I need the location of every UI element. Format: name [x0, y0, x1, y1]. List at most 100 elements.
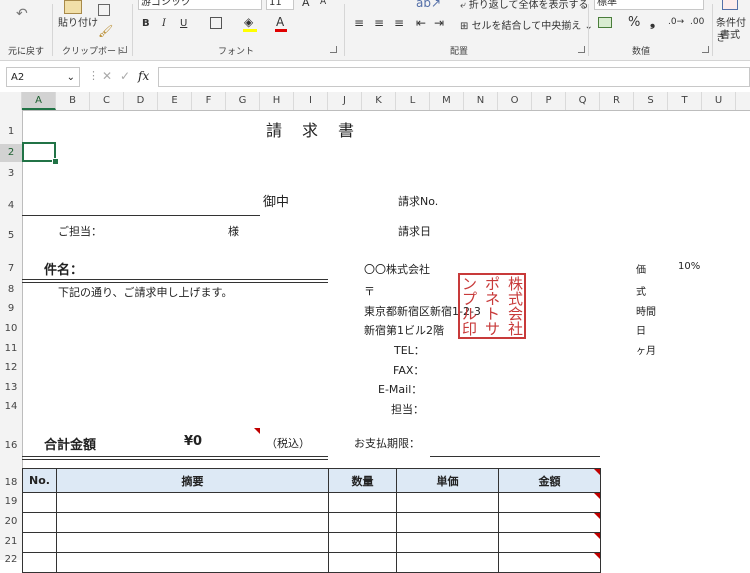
row-header-21[interactable]: 21 [0, 536, 22, 547]
orientation-icon[interactable]: ab↗ [416, 0, 441, 10]
italic-button[interactable]: I [162, 18, 166, 29]
column-header-r[interactable]: R [600, 92, 634, 110]
row-header-2[interactable]: 2 [0, 144, 22, 162]
font-color-icon[interactable]: A [275, 15, 287, 32]
font-launcher-icon[interactable] [330, 46, 337, 53]
clipboard-launcher-icon[interactable] [120, 46, 127, 53]
cell[interactable] [22, 532, 57, 553]
row-header-1[interactable]: 1 [0, 126, 22, 137]
wrap-text-button[interactable]: ⤶ 折り返して全体を表示する [460, 0, 588, 11]
row-header-16[interactable]: 16 [0, 440, 22, 451]
row-header-3[interactable]: 3 [0, 168, 22, 179]
column-header-b[interactable]: B [56, 92, 90, 110]
shrink-font-button[interactable]: A [320, 0, 326, 7]
paste-button[interactable]: 貼り付け [58, 14, 98, 29]
column-header-k[interactable]: K [362, 92, 396, 110]
align-right-icon[interactable]: ≡ [394, 16, 404, 30]
formula-input[interactable] [158, 67, 750, 87]
cell[interactable] [22, 512, 57, 533]
percent-button[interactable]: % [628, 15, 640, 30]
column-header-c[interactable]: C [90, 92, 124, 110]
column-header-m[interactable]: M [430, 92, 464, 110]
font-name-select[interactable]: 游ゴシック [138, 0, 262, 10]
merge-center-button[interactable]: ⊞ セルを結合して中央揃え ⌄ [460, 17, 593, 32]
number-launcher-icon[interactable] [702, 46, 709, 53]
cell[interactable] [498, 512, 601, 533]
align-center-icon[interactable]: ≡ [374, 16, 384, 30]
column-header-i[interactable]: I [294, 92, 328, 110]
bold-button[interactable]: B [142, 18, 150, 29]
conditional-format-icon[interactable] [722, 0, 738, 10]
row-header-4[interactable]: 4 [0, 200, 22, 211]
cell[interactable] [22, 552, 57, 573]
row-header-19[interactable]: 19 [0, 496, 22, 507]
row-header-5[interactable]: 5 [0, 230, 22, 241]
cell[interactable] [56, 492, 329, 513]
column-header-a[interactable]: A [22, 92, 56, 110]
decrease-indent-icon[interactable]: ⇤ [416, 16, 426, 30]
cell[interactable] [498, 492, 601, 513]
column-header-h[interactable]: H [260, 92, 294, 110]
header-no[interactable]: No. [22, 468, 57, 493]
cell[interactable] [328, 552, 397, 573]
column-header-q[interactable]: Q [566, 92, 600, 110]
conditional-format-button-line2[interactable]: 書式 [720, 26, 740, 41]
column-header-e[interactable]: E [158, 92, 192, 110]
decrease-decimal-icon[interactable]: .00 [690, 17, 704, 27]
format-painter-icon[interactable]: 🖌 [98, 24, 113, 38]
row-header-9[interactable]: 9 [0, 303, 22, 314]
header-description[interactable]: 摘要 [56, 468, 329, 493]
fill-color-icon[interactable]: ◈ [243, 15, 257, 32]
column-header-p[interactable]: P [532, 92, 566, 110]
row-header-14[interactable]: 14 [0, 401, 22, 412]
header-quantity[interactable]: 数量 [328, 468, 397, 493]
column-header-j[interactable]: J [328, 92, 362, 110]
cancel-icon[interactable]: ✕ [102, 69, 112, 83]
underline-button[interactable]: U [180, 18, 187, 29]
copy-icon[interactable] [98, 4, 110, 16]
increase-decimal-icon[interactable]: .0→ [668, 17, 684, 27]
fill-handle[interactable] [52, 158, 59, 165]
name-box[interactable]: A2 ⌄ [6, 67, 80, 87]
select-all-button[interactable] [0, 92, 22, 110]
insert-function-button[interactable]: fx [138, 69, 149, 83]
cell[interactable] [56, 532, 329, 553]
column-header-t[interactable]: T [668, 92, 702, 110]
cell[interactable] [396, 532, 499, 553]
column-header-l[interactable]: L [396, 92, 430, 110]
cell[interactable] [328, 532, 397, 553]
cell[interactable] [498, 532, 601, 553]
undo-icon[interactable]: ↶ [16, 6, 28, 22]
column-header-g[interactable]: G [226, 92, 260, 110]
column-header-n[interactable]: N [464, 92, 498, 110]
border-icon[interactable] [210, 17, 222, 29]
comma-button[interactable]: ❟ [650, 15, 655, 30]
row-header-12[interactable]: 12 [0, 362, 22, 373]
row-header-20[interactable]: 20 [0, 516, 22, 527]
undo-button-label[interactable]: 元に戻す [8, 44, 44, 57]
row-header-10[interactable]: 10 [0, 323, 22, 334]
cell[interactable] [56, 552, 329, 573]
cell[interactable] [396, 552, 499, 573]
increase-indent-icon[interactable]: ⇥ [434, 16, 444, 30]
row-header-11[interactable]: 11 [0, 343, 22, 354]
row-header-7[interactable]: 7 [0, 263, 22, 274]
alignment-launcher-icon[interactable] [578, 46, 585, 53]
cell[interactable] [498, 552, 601, 573]
column-header-f[interactable]: F [192, 92, 226, 110]
cell[interactable] [396, 492, 499, 513]
column-header-u[interactable]: U [702, 92, 736, 110]
row-header-18[interactable]: 18 [0, 477, 22, 488]
column-header-o[interactable]: O [498, 92, 532, 110]
column-header-d[interactable]: D [124, 92, 158, 110]
align-left-icon[interactable]: ≡ [354, 16, 364, 30]
cell[interactable] [328, 492, 397, 513]
row-header-8[interactable]: 8 [0, 284, 22, 295]
cell[interactable] [22, 492, 57, 513]
row-header-13[interactable]: 13 [0, 382, 22, 393]
column-header-s[interactable]: S [634, 92, 668, 110]
header-amount[interactable]: 金額 [498, 468, 601, 493]
selected-cell[interactable] [22, 142, 56, 162]
cell[interactable] [56, 512, 329, 533]
header-unit-price[interactable]: 単価 [396, 468, 499, 493]
